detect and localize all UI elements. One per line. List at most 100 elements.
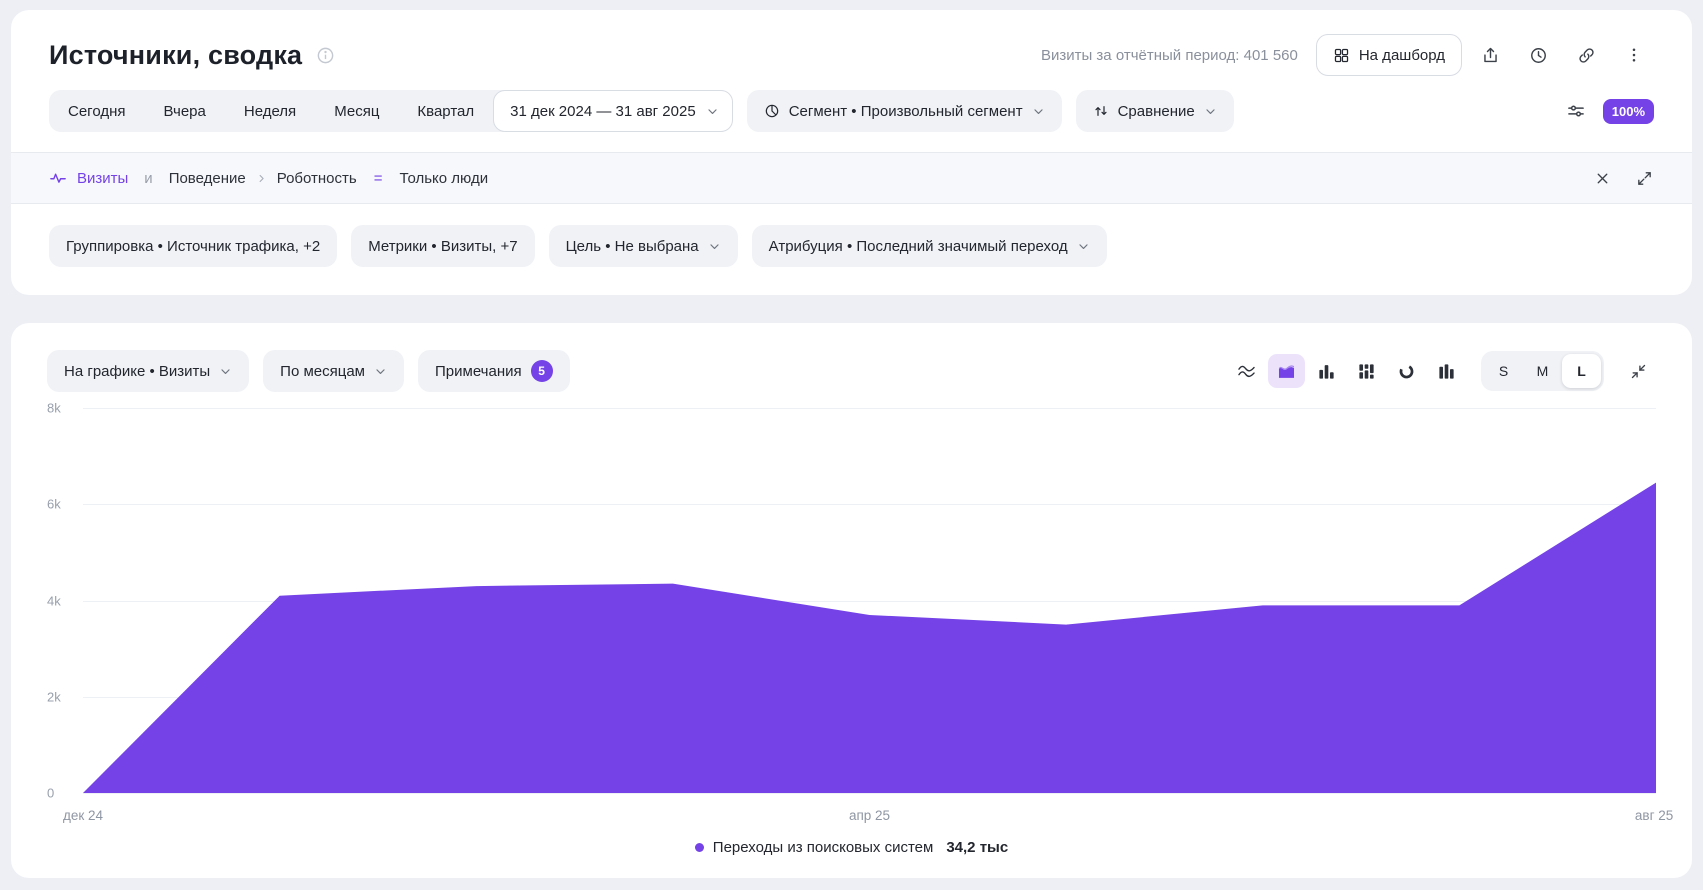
x-tick: дек 24 [63, 808, 103, 823]
report-header-card: Источники, сводка Визиты за отчётный пер… [11, 10, 1692, 295]
segment-button[interactable]: Сегмент • Произвольный сегмент [747, 90, 1062, 132]
chart-area: 8k 6k 4k 2k 0 дек 24 апр 25 авг 25 [47, 408, 1656, 823]
chevron-down-icon [1032, 105, 1045, 118]
segment-value[interactable]: Только люди [399, 170, 488, 187]
kebab-icon [1625, 46, 1643, 64]
chart-type-donut-icon[interactable] [1388, 354, 1425, 388]
x-axis-labels: дек 24 апр 25 авг 25 [83, 801, 1656, 823]
granularity-label: По месяцам [280, 363, 365, 380]
segment-close-button[interactable] [1584, 160, 1620, 196]
chevron-down-icon [219, 365, 232, 378]
collapse-icon [1630, 363, 1647, 380]
y-tick: 4k [47, 593, 61, 608]
area-chart [83, 408, 1656, 793]
compare-button-label: Сравнение [1118, 103, 1195, 120]
link-icon [1577, 46, 1596, 65]
history-button[interactable] [1518, 35, 1558, 75]
date-range-button[interactable]: 31 дек 2024 — 31 авг 2025 [493, 90, 733, 132]
plot-region[interactable] [83, 408, 1656, 793]
expand-icon [1636, 170, 1653, 187]
dashboard-icon [1333, 47, 1350, 64]
gridline [83, 793, 1656, 794]
x-tick: апр 25 [849, 808, 890, 823]
metrics-button[interactable]: Метрики • Визиты, +7 [351, 225, 534, 267]
granularity-button[interactable]: По месяцам [263, 350, 404, 392]
chart-type-stacked-icon[interactable] [1348, 354, 1385, 388]
y-tick: 0 [47, 786, 54, 801]
chevron-down-icon [374, 365, 387, 378]
segment-conjunction: и [144, 170, 152, 187]
chevron-down-icon [708, 240, 721, 253]
compare-icon [1093, 103, 1109, 119]
info-icon[interactable] [316, 46, 335, 65]
segment-icon [764, 103, 780, 119]
x-tick: авг 25 [1635, 808, 1673, 823]
chart-size-l[interactable]: L [1562, 354, 1601, 388]
dashboard-button-label: На дашборд [1359, 47, 1445, 64]
chart-size-m[interactable]: M [1523, 354, 1562, 388]
legend-dot [695, 843, 704, 852]
chevron-down-icon [1077, 240, 1090, 253]
period-tab-yesterday[interactable]: Вчера [145, 90, 225, 132]
sampling-badge[interactable]: 100% [1603, 99, 1654, 124]
more-menu-button[interactable] [1614, 35, 1654, 75]
legend-label: Переходы из поисковых систем [713, 839, 934, 856]
period-tab-week[interactable]: Неделя [225, 90, 315, 132]
page-title: Источники, сводка [49, 40, 302, 71]
close-icon [1594, 170, 1611, 187]
y-axis-labels: 8k 6k 4k 2k 0 [47, 408, 77, 793]
metrics-label: Метрики • Визиты, +7 [368, 238, 517, 255]
period-tab-month[interactable]: Месяц [315, 90, 398, 132]
visits-period-summary: Визиты за отчётный период: 401 560 [1041, 47, 1298, 64]
toolbar-row: Сегодня Вчера Неделя Месяц Квартал 31 де… [11, 76, 1692, 132]
title-row: Источники, сводка Визиты за отчётный пер… [11, 10, 1692, 76]
chart-type-bars-icon[interactable] [1428, 354, 1465, 388]
on-chart-metric-label: На графике • Визиты [64, 363, 210, 380]
share-button[interactable] [1470, 35, 1510, 75]
notes-label: Примечания [435, 363, 522, 380]
chart-type-columns-icon[interactable] [1308, 354, 1345, 388]
notes-button[interactable]: Примечания 5 [418, 350, 570, 392]
sliders-icon [1566, 101, 1586, 121]
chevron-down-icon [1204, 105, 1217, 118]
period-tab-quarter[interactable]: Квартал [398, 90, 493, 132]
on-chart-metric-button[interactable]: На графике • Визиты [47, 350, 249, 392]
segment-path-dimension[interactable]: Роботность [277, 170, 357, 187]
goal-label: Цель • Не выбрана [566, 238, 699, 255]
notes-count-badge: 5 [531, 360, 553, 382]
attribution-button[interactable]: Атрибуция • Последний значимый переход [752, 225, 1107, 267]
visits-pulse-icon [49, 169, 67, 187]
date-range-label: 31 дек 2024 — 31 авг 2025 [510, 103, 696, 120]
chart-size-s[interactable]: S [1484, 354, 1523, 388]
segment-path-group[interactable]: Поведение [169, 170, 246, 187]
segment-metric[interactable]: Визиты [77, 170, 128, 187]
filters-row: Группировка • Источник трафика, +2 Метри… [11, 204, 1692, 295]
y-tick: 2k [47, 689, 61, 704]
copy-link-button[interactable] [1566, 35, 1606, 75]
chevron-right-icon [256, 173, 267, 184]
legend-item[interactable]: Переходы из поисковых систем 34,2 тыс [47, 839, 1656, 856]
chart-type-group [1228, 354, 1465, 388]
attribution-label: Атрибуция • Последний значимый переход [769, 238, 1068, 255]
segment-operator: = [374, 170, 383, 187]
compare-button[interactable]: Сравнение [1076, 90, 1234, 132]
clock-icon [1529, 46, 1548, 65]
period-tab-group: Сегодня Вчера Неделя Месяц Квартал 31 де… [49, 90, 733, 132]
dashboard-button[interactable]: На дашборд [1316, 34, 1462, 76]
chevron-down-icon [706, 105, 719, 118]
period-tab-today[interactable]: Сегодня [49, 90, 145, 132]
sampling-settings-button[interactable] [1558, 93, 1594, 129]
share-icon [1481, 46, 1500, 65]
chart-collapse-button[interactable] [1620, 353, 1656, 389]
chart-type-area-icon[interactable] [1268, 354, 1305, 388]
metrica-report-page: Источники, сводка Визиты за отчётный пер… [0, 0, 1703, 890]
goal-button[interactable]: Цель • Не выбрана [549, 225, 738, 267]
chart-card: На графике • Визиты По месяцам Примечани… [11, 323, 1692, 878]
segment-expand-button[interactable] [1626, 160, 1662, 196]
segment-filter-bar: Визиты и Поведение Роботность = Только л… [11, 152, 1692, 204]
y-tick: 6k [47, 497, 61, 512]
grouping-label: Группировка • Источник трафика, +2 [66, 238, 320, 255]
chart-type-line-icon[interactable] [1228, 354, 1265, 388]
grouping-button[interactable]: Группировка • Источник трафика, +2 [49, 225, 337, 267]
chart-controls-row: На графике • Визиты По месяцам Примечани… [47, 350, 1656, 392]
